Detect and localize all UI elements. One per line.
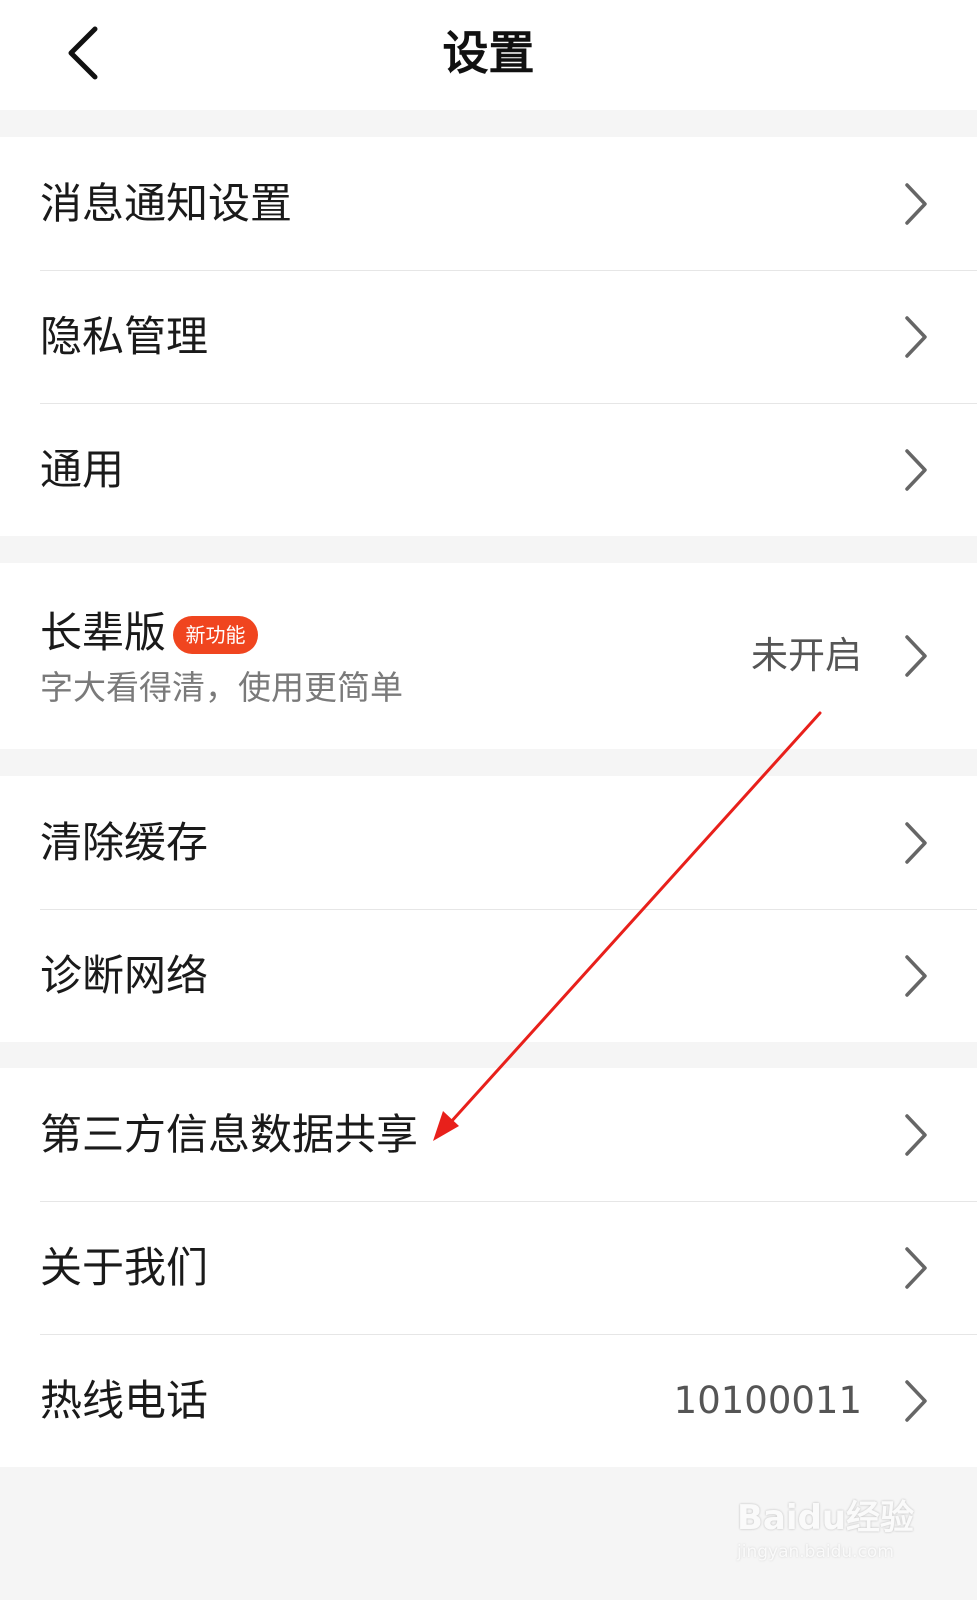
hotline-number: 10100011: [673, 1379, 862, 1422]
chevron-right-icon: [905, 1380, 927, 1422]
settings-item-about-us[interactable]: 关于我们: [0, 1201, 977, 1334]
settings-item-hotline[interactable]: 热线电话 10100011: [0, 1334, 977, 1467]
chevron-right-icon: [905, 822, 927, 864]
settings-item-elder-mode[interactable]: 长辈版 新功能 字大看得清，使用更简单 未开启: [0, 563, 977, 749]
settings-item-network-diagnosis[interactable]: 诊断网络: [0, 909, 977, 1042]
chevron-right-icon: [905, 955, 927, 997]
settings-item-label: 隐私管理: [40, 312, 209, 361]
new-feature-badge: 新功能: [173, 616, 258, 654]
chevron-right-icon: [905, 1114, 927, 1156]
settings-item-label: 消息通知设置: [40, 179, 293, 228]
settings-item-label: 热线电话: [40, 1376, 209, 1425]
settings-item-privacy[interactable]: 隐私管理: [0, 270, 977, 403]
app-header: 设置: [0, 0, 977, 110]
elder-mode-status: 未开启: [751, 634, 862, 677]
settings-item-label: 关于我们: [40, 1243, 209, 1292]
back-arrow-icon: [68, 26, 98, 80]
settings-item-notifications[interactable]: 消息通知设置: [0, 137, 977, 270]
settings-group-general: 消息通知设置 隐私管理 通用: [0, 137, 977, 536]
settings-item-label: 诊断网络: [40, 951, 209, 1000]
elder-mode-subtitle: 字大看得清，使用更简单: [40, 668, 403, 707]
chevron-right-icon: [905, 183, 927, 225]
chevron-right-icon: [905, 449, 927, 491]
watermark-logo: Baidu经验: [737, 1498, 915, 1538]
settings-item-third-party-data-sharing[interactable]: 第三方信息数据共享: [0, 1068, 977, 1201]
chevron-right-icon: [905, 635, 927, 677]
settings-item-clear-cache[interactable]: 清除缓存: [0, 776, 977, 909]
back-button[interactable]: [55, 15, 115, 90]
page-title: 设置: [442, 26, 535, 80]
chevron-right-icon: [905, 316, 927, 358]
elder-mode-title: 长辈版: [40, 608, 167, 657]
settings-group-tools: 清除缓存 诊断网络: [0, 776, 977, 1042]
settings-item-label: 第三方信息数据共享: [40, 1110, 419, 1159]
settings-item-label: 清除缓存: [40, 818, 209, 867]
settings-item-general[interactable]: 通用: [0, 403, 977, 536]
watermark-url: jingyan.baidu.com: [737, 1542, 894, 1562]
settings-item-label: 通用: [40, 445, 125, 494]
settings-group-elder: 长辈版 新功能 字大看得清，使用更简单 未开启: [0, 563, 977, 749]
settings-group-about: 第三方信息数据共享 关于我们 热线电话 10100011: [0, 1068, 977, 1467]
chevron-right-icon: [905, 1247, 927, 1289]
baidu-jingyan-watermark: Baidu经验 jingyan.baidu.com: [737, 1490, 914, 1578]
